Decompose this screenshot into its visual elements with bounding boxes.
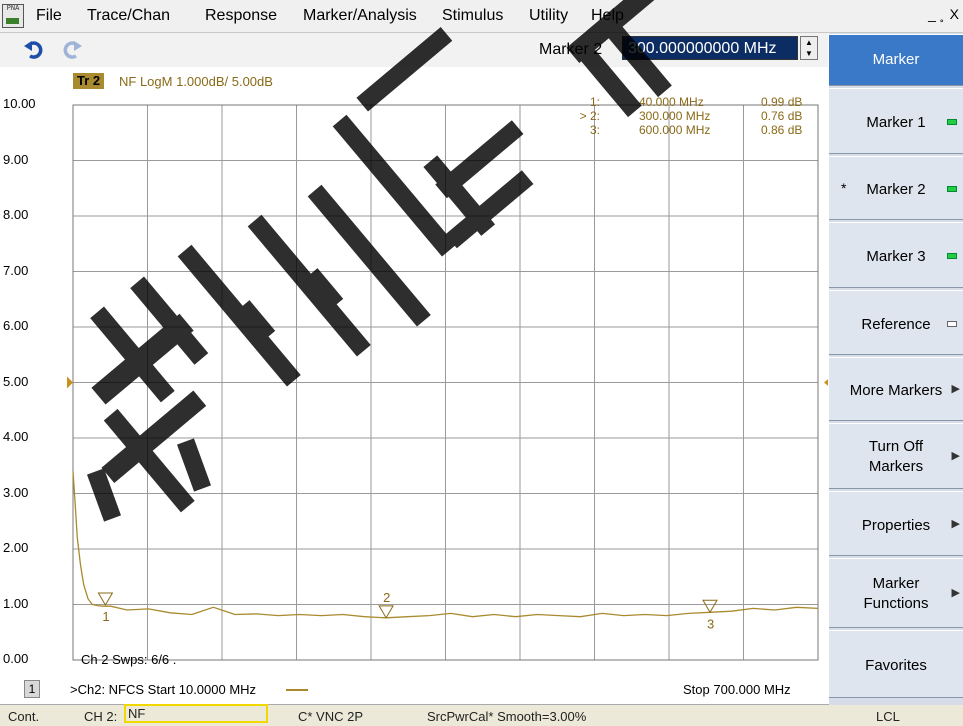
reference-left-triangle [67,376,73,389]
y-tick-label: 1.00 [3,595,29,611]
marker-readout-id: 3: [589,123,600,137]
marker-readout-value: 0.86 dB [761,123,803,137]
undo-arrow-icon[interactable] [24,40,44,60]
menu-stimulus[interactable]: Stimulus [442,7,503,25]
marker-readout-freq: 300.000 MHz [639,109,711,123]
y-tick-label: 5.00 [3,373,29,389]
entry-spinner[interactable]: ▲ ▼ [800,36,818,60]
marker-flag-triangle [702,599,718,614]
marker-readout-freq: 600.000 MHz [639,123,711,137]
y-tick-label: 10.00 [3,96,36,111]
softkey-label: Marker Functions [863,575,929,612]
redo-arrow-icon[interactable] [62,40,82,60]
trace-color-swatch [286,689,308,691]
marker-readout-value: 0.99 dB [761,95,803,109]
status-src-pwr: SrcPwrCal* Smooth=3.00% [427,709,587,724]
led-on-icon [947,253,957,259]
softkey-turn-off-markers[interactable]: Turn Off Markers ▶ [829,423,963,489]
menu-response[interactable]: Response [205,7,277,25]
y-tick-label: 9.00 [3,151,29,167]
marker-flag-triangle [378,605,394,619]
sweep-status: Ch 2 Swps: 6/6 . [81,652,177,667]
reference-right-triangle [824,379,828,386]
marker-flag-label: 2 [383,590,390,605]
softkey-favorites[interactable]: Favorites [829,630,963,698]
status-meas-box: NF [124,704,268,723]
window-controls[interactable]: _ ̥ X [928,6,961,22]
softkey-marker-3[interactable]: Marker 3 [829,222,963,288]
marker-readout-value: 0.76 dB [761,109,803,123]
marker-readout-id: > 2: [579,109,600,123]
active-entry-field[interactable]: 300.000000000 MHz [622,36,798,60]
spin-down-icon[interactable]: ▼ [801,48,817,59]
y-tick-label: 0.00 [3,651,29,666]
menu-bar: PNA File Trace/Chan Response Marker/Anal… [0,0,963,33]
submenu-arrow-icon: ▶ [951,383,960,395]
submenu-arrow-icon: ▶ [951,450,960,462]
y-tick-label: 3.00 [3,484,29,500]
softkey-label: Marker 1 [866,114,926,131]
trace-plot[interactable]: 1 2 3 [0,68,828,698]
y-tick-label: 6.00 [3,318,29,333]
softkey-label: Properties [861,516,931,534]
app-icon[interactable]: PNA [2,4,24,28]
softkey-more-markers[interactable]: More Markers ▶ [829,357,963,421]
y-tick-label: 2.00 [3,540,29,555]
softkey-reference[interactable]: Reference [829,290,963,355]
active-entry-label: Marker 2 [539,41,603,58]
start-frequency[interactable]: >Ch2: NFCS Start 10.0000 MHz [70,682,256,697]
led-on-icon [947,119,957,125]
y-tick-label: 7.00 [3,262,29,278]
marker-readout-id: 1: [589,95,600,109]
y-tick-label: 4.00 [3,429,29,444]
status-cal: C* VNC 2P [298,709,364,724]
spin-up-icon[interactable]: ▲ [801,37,817,48]
submenu-arrow-icon: ▶ [951,587,960,599]
marker-flag-label: 1 [102,609,109,624]
plot-grid [72,104,819,661]
status-channel: CH 2: [84,709,118,724]
stop-frequency[interactable]: Stop 700.000 MHz [683,682,791,697]
softkey-label: Marker 2 [866,181,926,198]
trace-format: NF LogM 1.000dB/ 5.00dB [119,74,273,89]
submenu-arrow-icon: ▶ [951,517,960,530]
menu-utility[interactable]: Utility [529,7,568,25]
trace-tag[interactable]: Tr 2 [73,73,105,89]
status-lcl: LCL [876,709,900,724]
marker-flags: 1 2 3 [97,590,718,631]
menu-marker-analysis[interactable]: Marker/Analysis [303,7,417,25]
led-on-icon [947,186,957,192]
menu-trace-chan[interactable]: Trace/Chan [87,7,170,25]
selected-star-icon: * [841,180,847,196]
softkey-label: Turn Off Markers [868,438,924,475]
softkey-label: Favorites [865,657,927,674]
marker-flag-label: 3 [707,616,714,631]
softkey-marker-2[interactable]: Marker 2 * [829,156,963,220]
softkey-label: Reference [861,315,931,333]
channel-number[interactable]: 1 [24,680,40,698]
menu-file[interactable]: File [36,7,62,25]
softkey-label: Marker 3 [866,248,926,265]
softkey-label: More Markers [849,382,943,399]
softkey-marker-1[interactable]: Marker 1 [829,88,963,154]
y-tick-label: 8.00 [3,207,29,222]
status-mode: Cont. [8,709,40,724]
app-icon-bar [6,18,19,24]
marker-readout-freq: 40.000 MHz [639,95,704,109]
marker-flag-triangle [97,592,114,607]
softkey-properties[interactable]: Properties ▶ [829,491,963,556]
app-icon-text: PNA [6,5,20,13]
softkey-menu-title: Marker [829,34,963,86]
led-off-icon [947,320,957,327]
softkey-marker-functions[interactable]: Marker Functions ▶ [829,558,963,628]
menu-help[interactable]: Help [591,7,624,25]
